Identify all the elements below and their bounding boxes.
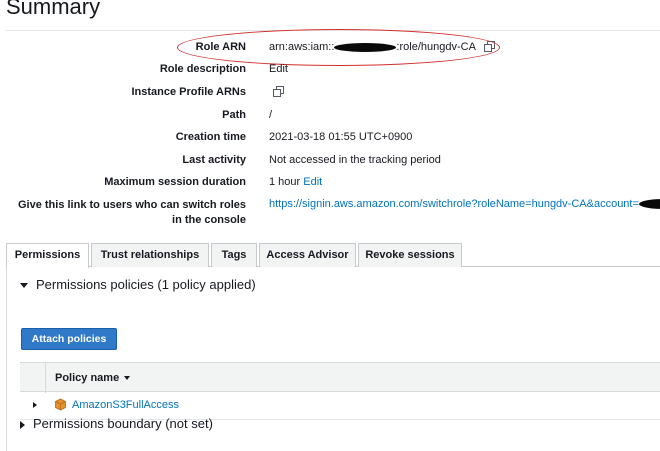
permissions-panel: Permissions policies (1 policy applied) … <box>6 267 660 451</box>
creation-time-value: 2021-03-18 01:55 UTC+0900 <box>269 131 413 143</box>
caret-down-icon <box>20 283 28 289</box>
last-activity-value: Not accessed in the tracking period <box>269 154 441 166</box>
role-tabs-container: Permissions Trust relationships Tags Acc… <box>6 243 660 451</box>
table-header: Policy name <box>20 362 660 393</box>
last-activity-label: Last activity <box>182 154 246 166</box>
role-description-label: Role description <box>159 63 246 75</box>
s3-bucket-icon <box>54 398 67 411</box>
switch-role-label-line1: Give this link to users who can switch r… <box>17 199 246 211</box>
policy-name-column-header[interactable]: Policy name <box>55 372 131 384</box>
max-session-duration: 1 hour <box>269 176 301 188</box>
redacted-account-id <box>638 199 660 210</box>
policy-link-amazons3fullaccess[interactable]: AmazonS3FullAccess <box>72 399 179 411</box>
tab-trust-relationships[interactable]: Trust relationships <box>91 243 209 267</box>
tab-access-advisor[interactable]: Access Advisor <box>259 243 356 267</box>
switch-role-value: https://signin.aws.amazon.com/switchrole… <box>269 198 660 210</box>
switch-role-url[interactable]: https://signin.aws.amazon.com/switchrole… <box>269 198 639 210</box>
permissions-policies-title: Permissions policies (1 policy applied) <box>36 277 256 292</box>
max-session-label: Maximum session duration <box>104 176 246 188</box>
tab-tags[interactable]: Tags <box>211 243 257 267</box>
path-value: / <box>269 109 273 121</box>
policy-name-column-label: Policy name <box>55 372 120 384</box>
copy-icon[interactable] <box>273 86 285 98</box>
tab-permissions[interactable]: Permissions <box>6 243 89 268</box>
permissions-boundary-header[interactable]: Permissions boundary (not set) <box>20 416 213 431</box>
permissions-policies-header[interactable]: Permissions policies (1 policy applied) <box>20 277 256 292</box>
max-session-value: 1 hour Edit <box>269 176 322 188</box>
role-arn-highlight <box>177 29 500 66</box>
sort-down-icon <box>124 376 131 381</box>
column-divider <box>45 363 46 393</box>
instance-profile-value <box>273 86 285 98</box>
switch-role-label: Give this link to users who can switch r… <box>18 198 246 228</box>
attach-policies-button[interactable]: Attach policies <box>21 328 117 350</box>
switch-role-label-line2: in the console <box>172 214 246 226</box>
role-description-edit-link[interactable]: Edit <box>269 63 288 75</box>
path-label: Path <box>222 109 246 121</box>
page-title: Summary <box>6 0 101 19</box>
tab-revoke-sessions[interactable]: Revoke sessions <box>358 243 462 267</box>
max-session-edit-link[interactable]: Edit <box>303 176 322 188</box>
instance-profile-label: Instance Profile ARNs <box>131 86 246 98</box>
caret-right-icon <box>20 420 25 429</box>
expand-row-icon[interactable] <box>33 402 37 408</box>
permissions-boundary-title: Permissions boundary (not set) <box>33 416 213 431</box>
creation-time-label: Creation time <box>175 131 246 143</box>
